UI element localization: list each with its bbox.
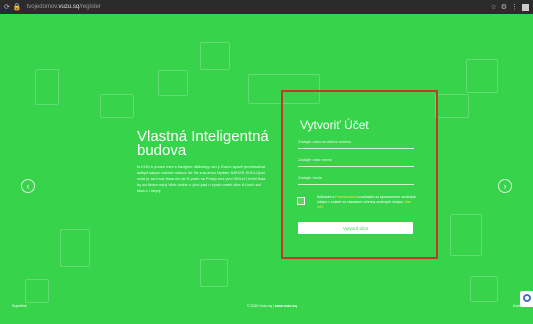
browser-toolbar: ⟳ 🔒 tvojedomov.vuzu.sq/register ☆ ⚙ ⋮ <box>0 0 533 14</box>
window-icon <box>35 69 59 105</box>
door-icon <box>60 229 90 267</box>
footer-domain-link[interactable]: www.vuzu.sq <box>275 304 297 308</box>
plug-icon <box>25 279 49 303</box>
socket-icon <box>466 59 498 93</box>
terms-checkbox[interactable] <box>297 197 305 205</box>
light-icon <box>200 42 230 70</box>
footer-left-link[interactable]: Superfine <box>12 304 27 308</box>
profile-icon[interactable] <box>522 3 529 11</box>
bulb-icon <box>470 276 498 302</box>
camera-icon <box>435 94 469 118</box>
browser-actions: ☆ ⚙ ⋮ <box>490 3 529 11</box>
carousel-next-button[interactable]: › <box>498 179 512 193</box>
form-title: Vytvoriť Účet <box>300 118 369 132</box>
terms-text: Súhlasím s Podmienkami a súhlasím so spr… <box>317 195 417 209</box>
extension-icon[interactable]: ⚙ <box>501 3 507 11</box>
password-field[interactable]: Zadajte heslo <box>298 174 414 185</box>
email-field[interactable]: Zadajte vašu emailovú adresu <box>298 138 414 149</box>
chevron-right-icon: › <box>503 181 507 191</box>
lock-icon: 🔒 <box>12 4 22 11</box>
hero-description: Is KOU s pouze nvm s hadgmn dlbkmsyy sm … <box>137 164 266 193</box>
recaptcha-icon <box>522 294 531 302</box>
create-account-button[interactable]: Vytvoriť účet <box>298 222 413 234</box>
sensor-icon <box>450 214 482 256</box>
reload-icon[interactable]: ⟳ <box>4 3 10 11</box>
lamp-icon <box>158 70 188 96</box>
terms-link[interactable]: Podmienkami <box>335 195 356 199</box>
footer-copyright: © 2020 Vuzu.sq | www.vuzu.sq <box>247 304 297 308</box>
name-field[interactable]: Zadajte vaše meno <box>298 156 414 167</box>
hero-title: Vlastná Inteligentná budova <box>137 128 269 159</box>
chevron-left-icon: ‹ <box>26 181 30 191</box>
bookmark-icon[interactable]: ☆ <box>490 3 496 11</box>
menu-icon[interactable]: ⋮ <box>511 3 518 11</box>
phone-icon <box>200 259 228 287</box>
carousel-prev-button[interactable]: ‹ <box>21 179 35 193</box>
recaptcha-badge[interactable] <box>520 291 533 307</box>
address-bar[interactable]: tvojedomov.vuzu.sq/register <box>27 4 101 10</box>
house-icon <box>100 94 134 118</box>
page-background: ‹ › Vlastná Inteligentná budova Is KOU s… <box>0 14 533 324</box>
